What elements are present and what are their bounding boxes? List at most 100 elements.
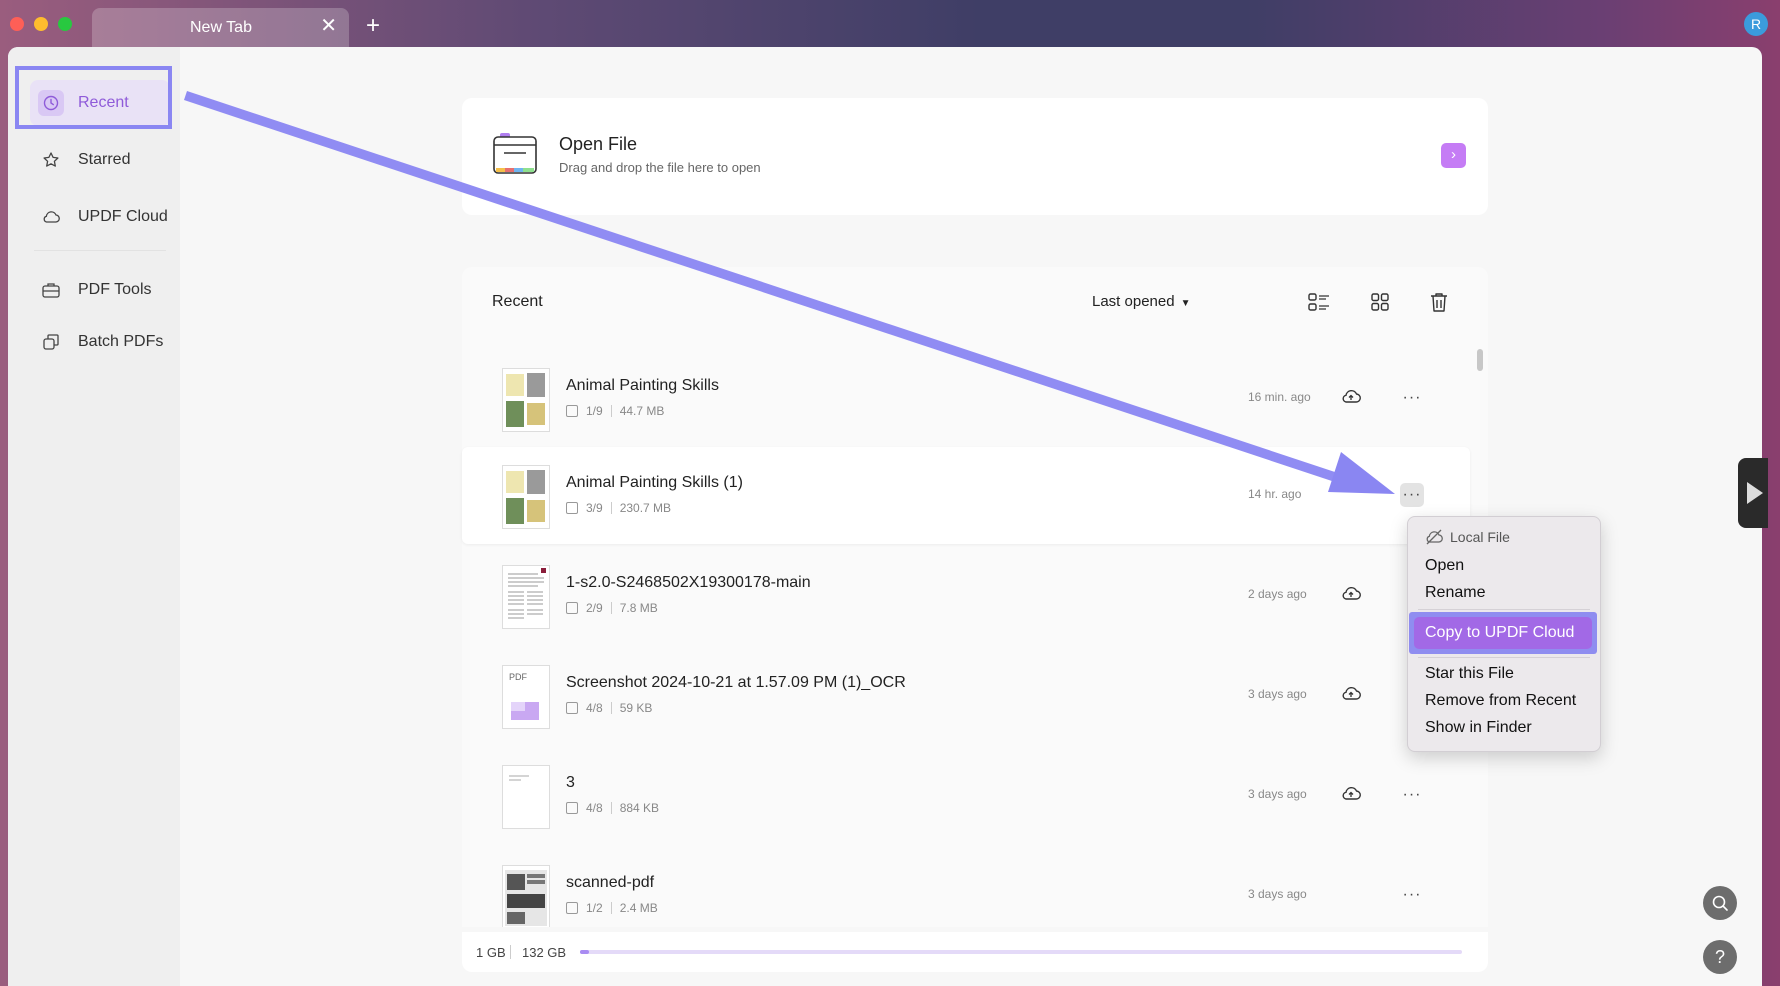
storage-progress-fill <box>580 950 589 954</box>
file-meta: 4/8 884 KB <box>566 801 659 815</box>
file-time: 3 days ago <box>1248 787 1307 801</box>
grid-view-icon[interactable] <box>1367 289 1393 315</box>
file-time: 3 days ago <box>1248 887 1307 901</box>
file-thumbnail <box>502 368 550 432</box>
file-size: 2.4 MB <box>619 901 658 915</box>
file-size: 7.8 MB <box>619 601 658 615</box>
file-thumbnail <box>502 765 550 829</box>
menu-item-open[interactable]: Open <box>1425 557 1464 575</box>
menu-item-remove-from-recent[interactable]: Remove from Recent <box>1425 692 1576 710</box>
sidebar-divider <box>34 250 166 251</box>
storage-used: 1 GB <box>476 945 506 960</box>
tab-title: New Tab <box>190 19 252 36</box>
page-count: 1/2 <box>586 901 603 915</box>
search-icon[interactable] <box>1703 886 1737 920</box>
file-thumbnail: PDF <box>502 665 550 729</box>
storage-bar: 1 GB 132 GB <box>462 932 1488 972</box>
file-row[interactable]: scanned-pdf 1/2 2.4 MB 3 days ago ··· <box>462 847 1470 927</box>
file-name: scanned-pdf <box>566 874 655 891</box>
close-window-button[interactable] <box>10 17 24 31</box>
annotation-highlight-box <box>15 66 172 129</box>
recent-files-panel: Recent Last opened ▼ Animal Painting Skil… <box>462 267 1488 927</box>
scrollbar[interactable] <box>1477 349 1483 371</box>
pages-icon <box>566 802 578 814</box>
minimize-window-button[interactable] <box>34 17 48 31</box>
pages-icon <box>566 502 578 514</box>
file-time: 2 days ago <box>1248 587 1307 601</box>
pages-icon <box>566 405 578 417</box>
cloud-off-icon <box>1426 529 1443 545</box>
menu-item-show-in-finder[interactable]: Show in Finder <box>1425 719 1532 737</box>
sidebar-item-label: Starred <box>78 151 131 168</box>
sidebar-item-starred[interactable]: Starred <box>30 137 170 183</box>
file-row[interactable]: 3 4/8 884 KB 3 days ago ··· <box>462 747 1470 844</box>
cloud-upload-icon[interactable] <box>1340 784 1364 804</box>
page-count: 3/9 <box>586 501 603 515</box>
sidebar-item-updf-cloud[interactable]: UPDF Cloud <box>30 194 170 240</box>
file-size: 59 KB <box>619 701 653 715</box>
file-thumbnail <box>502 865 550 927</box>
file-row[interactable]: Animal Painting Skills (1) 3/9 230.7 MB 1… <box>462 447 1470 544</box>
tab-new-tab[interactable]: New Tab ✕ <box>92 8 349 48</box>
pages-icon <box>566 602 578 614</box>
more-options-icon[interactable]: ··· <box>1400 386 1424 410</box>
open-file-card[interactable]: Open File Drag and drop the file here to… <box>462 98 1488 215</box>
file-name: 3 <box>566 774 575 791</box>
trash-icon[interactable] <box>1426 289 1452 315</box>
recent-heading: Recent <box>492 293 543 310</box>
star-icon <box>38 147 64 173</box>
more-options-icon[interactable]: ··· <box>1400 783 1424 807</box>
caret-down-icon: ▼ <box>1180 298 1191 309</box>
side-panel-toggle[interactable] <box>1738 458 1768 528</box>
context-menu-header: Local File <box>1424 529 1510 545</box>
storage-total: 132 GB <box>522 945 567 960</box>
menu-item-star-this-file[interactable]: Star this File <box>1425 665 1514 683</box>
new-tab-button[interactable]: + <box>366 14 380 38</box>
help-icon[interactable]: ? <box>1703 940 1737 974</box>
sort-label: Last opened <box>1092 293 1175 310</box>
avatar[interactable]: R <box>1744 12 1768 36</box>
page-count: 4/8 <box>586 801 603 815</box>
file-name: Screenshot 2024-10-21 at 1.57.09 PM (1)_… <box>566 674 906 691</box>
toolbox-icon <box>38 277 64 303</box>
open-file-title: Open File <box>559 134 638 154</box>
batch-icon <box>38 329 64 355</box>
file-name: Animal Painting Skills <box>566 377 719 394</box>
folder-icon <box>492 131 538 180</box>
sort-dropdown[interactable]: Last opened ▼ <box>1092 293 1190 310</box>
sidebar-item-pdf-tools[interactable]: PDF Tools <box>30 267 170 313</box>
sidebar-item-batch-pdfs[interactable]: Batch PDFs <box>30 319 170 365</box>
file-name: 1-s2.0-S2468502X19300178-main <box>566 574 811 591</box>
context-menu-header-label: Local File <box>1450 529 1510 545</box>
open-file-button[interactable]: › <box>1441 143 1466 168</box>
file-time: 14 hr. ago <box>1248 487 1302 501</box>
cloud-upload-icon[interactable] <box>1340 387 1364 407</box>
file-row[interactable]: Animal Painting Skills 1/9 44.7 MB 16 min… <box>462 350 1470 447</box>
menu-item-rename[interactable]: Rename <box>1425 584 1485 602</box>
file-meta: 2/9 7.8 MB <box>566 601 658 615</box>
more-options-icon[interactable]: ··· <box>1400 883 1424 907</box>
file-row[interactable]: 1-s2.0-S2468502X19300178-main 2/9 7.8 MB … <box>462 547 1470 644</box>
cloud-upload-icon[interactable] <box>1340 684 1364 704</box>
menu-item-copy-to-updf-cloud[interactable]: Copy to UPDF Cloud <box>1414 617 1592 649</box>
zoom-window-button[interactable] <box>58 17 72 31</box>
context-menu: Local File Open Rename Copy to UPDF Clou… <box>1407 516 1601 752</box>
file-meta: 1/9 44.7 MB <box>566 404 664 418</box>
file-size: 884 KB <box>619 801 660 815</box>
file-time: 3 days ago <box>1248 687 1307 701</box>
file-size: 44.7 MB <box>619 404 665 418</box>
more-options-icon[interactable]: ··· <box>1400 483 1424 507</box>
page-count: 1/9 <box>586 404 603 418</box>
file-meta: 4/8 59 KB <box>566 701 652 715</box>
sidebar-item-label: Batch PDFs <box>78 333 164 350</box>
list-view-icon[interactable] <box>1306 289 1332 315</box>
cloud-upload-icon[interactable] <box>1340 584 1364 604</box>
sidebar-item-label: PDF Tools <box>78 281 152 298</box>
storage-progress <box>580 950 1462 954</box>
page-count: 4/8 <box>586 701 603 715</box>
sidebar-item-label: UPDF Cloud <box>78 208 168 225</box>
file-row[interactable]: PDF Screenshot 2024-10-21 at 1.57.09 PM … <box>462 647 1470 744</box>
pages-icon <box>566 702 578 714</box>
cloud-icon <box>38 204 64 230</box>
close-tab-icon[interactable]: ✕ <box>320 16 337 36</box>
